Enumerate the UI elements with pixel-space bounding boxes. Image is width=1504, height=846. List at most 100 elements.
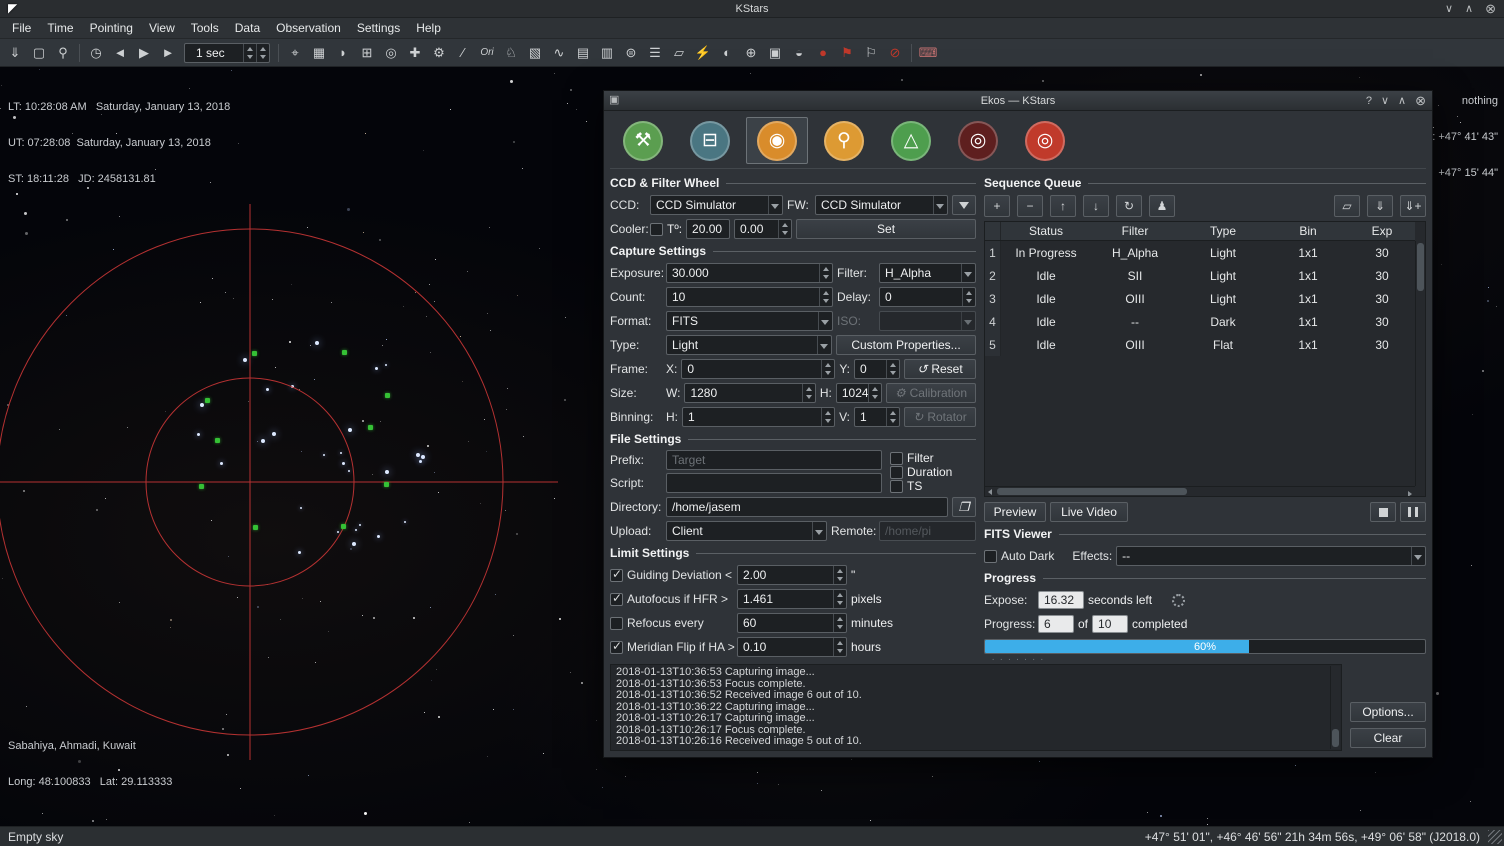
time-step-forward-icon[interactable]: ►: [156, 41, 180, 65]
prefix-ts-option[interactable]: TS: [890, 479, 976, 493]
size-h-spinbox[interactable]: 1024: [836, 383, 882, 403]
menu-settings[interactable]: Settings: [349, 19, 408, 37]
spin-arrows-icon[interactable]: [833, 590, 846, 608]
binning-v-spinbox[interactable]: 1: [854, 407, 900, 427]
queue-cell-exp[interactable]: 30: [1349, 241, 1415, 264]
sky-marker[interactable]: [384, 482, 389, 487]
filter-manager-button[interactable]: [952, 195, 976, 215]
sky-marker[interactable]: [215, 438, 220, 443]
clear-button[interactable]: Clear: [1350, 728, 1426, 748]
maximize-icon[interactable]: ∧: [1465, 2, 1473, 15]
queue-row[interactable]: 5IdleOIIIFlat1x130: [985, 333, 1415, 356]
find-object-icon[interactable]: ⚲: [51, 41, 75, 65]
queue-cell-status[interactable]: Idle: [1001, 310, 1091, 333]
menu-data[interactable]: Data: [227, 19, 268, 37]
sky-marker[interactable]: [342, 350, 347, 355]
ecliptic-icon[interactable]: ∕: [451, 41, 475, 65]
set-temperature-button[interactable]: Set: [796, 219, 976, 239]
sky-marker[interactable]: [205, 398, 210, 403]
queue-cell-status[interactable]: Idle: [1001, 264, 1091, 287]
tab-guide[interactable]: ◎: [947, 117, 1009, 164]
reset-frame-button[interactable]: Reset: [904, 359, 976, 379]
menu-file[interactable]: File: [4, 19, 39, 37]
close-button[interactable]: ⊗: [1415, 93, 1426, 109]
reset-jobs-button[interactable]: ↻: [1116, 195, 1142, 217]
add-job-button[interactable]: +: [984, 195, 1010, 217]
observer-button[interactable]: ♟: [1149, 195, 1175, 217]
flowchart-icon[interactable]: ⊞: [355, 41, 379, 65]
spin-arrows-icon[interactable]: [821, 360, 834, 378]
queue-cell-type[interactable]: Light: [1179, 287, 1267, 310]
options-button[interactable]: Options...: [1350, 702, 1426, 722]
count-spinbox[interactable]: 10: [666, 287, 833, 307]
time-step-spinbox[interactable]: 1 sec: [184, 43, 270, 63]
observation-planner-icon[interactable]: ▱: [667, 41, 691, 65]
column-bin[interactable]: Bin: [1267, 222, 1349, 240]
tab-align[interactable]: ◎: [1014, 117, 1076, 164]
spin-arrows-icon[interactable]: [256, 44, 269, 62]
upload-mode-select[interactable]: Client: [666, 521, 827, 541]
spin-arrows-icon[interactable]: [833, 638, 846, 656]
spin-arrows-icon[interactable]: [833, 614, 846, 632]
stop-sequence-button[interactable]: [1370, 502, 1396, 522]
column-status[interactable]: Status: [1001, 222, 1091, 240]
sky-marker[interactable]: [199, 484, 204, 489]
menu-tools[interactable]: Tools: [183, 19, 227, 37]
filter-select[interactable]: H_Alpha: [879, 263, 976, 283]
queue-cell-type[interactable]: Light: [1179, 241, 1267, 264]
maximize-button[interactable]: ∧: [1398, 94, 1406, 107]
red-flag-icon[interactable]: ⚑: [835, 41, 859, 65]
preview-button[interactable]: Preview: [984, 502, 1046, 522]
scrollbar-thumb[interactable]: [1332, 729, 1339, 747]
queue-cell-bin[interactable]: 1x1: [1267, 333, 1349, 356]
telescope-crosshair-icon[interactable]: ⊕: [739, 41, 763, 65]
column-exp[interactable]: Exp: [1349, 222, 1415, 240]
duration-checkbox[interactable]: [890, 466, 903, 479]
queue-cell-type[interactable]: Dark: [1179, 310, 1267, 333]
constellation-lines-icon[interactable]: ∿: [547, 41, 571, 65]
refocus-every-checkbox[interactable]: [610, 617, 623, 630]
night-vision-icon[interactable]: ◐: [715, 41, 739, 65]
zenith-point-icon[interactable]: ⌖: [283, 41, 307, 65]
spin-arrows-icon[interactable]: [821, 408, 834, 426]
log-view[interactable]: 2018-01-13T10:36:53 Capturing image...20…: [610, 664, 1342, 751]
dome-icon[interactable]: ◗: [331, 41, 355, 65]
queue-horizontal-scrollbar[interactable]: [985, 486, 1415, 496]
effects-select[interactable]: --: [1116, 546, 1426, 566]
queue-cell-status[interactable]: Idle: [1001, 333, 1091, 356]
queue-cell-type[interactable]: Flat: [1179, 333, 1267, 356]
menu-time[interactable]: Time: [39, 19, 81, 37]
queue-cell-exp[interactable]: 30: [1349, 287, 1415, 310]
spin-arrows-icon[interactable]: [243, 44, 256, 62]
light-pollution-icon[interactable]: ⚡: [691, 41, 715, 65]
guiding-deviation-checkbox[interactable]: [610, 569, 623, 582]
tab-indi[interactable]: ⊟: [679, 117, 741, 164]
menu-pointing[interactable]: Pointing: [82, 19, 141, 37]
download-data-icon[interactable]: ⇓: [3, 41, 27, 65]
frame-type-select[interactable]: Light: [666, 335, 832, 355]
sky-marker[interactable]: [341, 524, 346, 529]
queue-cell-filter[interactable]: OIII: [1091, 333, 1179, 356]
cooler-checkbox[interactable]: [650, 223, 663, 236]
column-filter[interactable]: Filter: [1091, 222, 1179, 240]
time-step-back-icon[interactable]: ◄: [108, 41, 132, 65]
prefix-duration-option[interactable]: Duration: [890, 465, 976, 479]
time-play-icon[interactable]: ▶: [132, 41, 156, 65]
spin-arrows-icon[interactable]: [886, 408, 899, 426]
resize-grip[interactable]: [1488, 830, 1502, 844]
solar-system-icon[interactable]: ⚙: [427, 41, 451, 65]
move-job-down-button[interactable]: ↓: [1083, 195, 1109, 217]
column-type[interactable]: Type: [1179, 222, 1267, 240]
custom-properties-button[interactable]: Custom Properties...: [836, 335, 976, 355]
open-queue-button[interactable]: ▱: [1334, 195, 1360, 217]
temperature-target-spinbox[interactable]: 0.00: [734, 219, 792, 239]
queue-cell-filter[interactable]: --: [1091, 310, 1179, 333]
scrollbar-thumb[interactable]: [997, 488, 1187, 495]
milky-way-icon[interactable]: ⊜: [619, 41, 643, 65]
scrollbar-thumb[interactable]: [1417, 243, 1424, 291]
script-input[interactable]: [666, 473, 882, 493]
lock-position-icon[interactable]: ▣: [763, 41, 787, 65]
queue-row[interactable]: 1In ProgressH_AlphaLight1x130: [985, 241, 1415, 264]
fov-editor-icon[interactable]: ▢: [27, 41, 51, 65]
save-queue-button[interactable]: ⇓: [1367, 195, 1393, 217]
